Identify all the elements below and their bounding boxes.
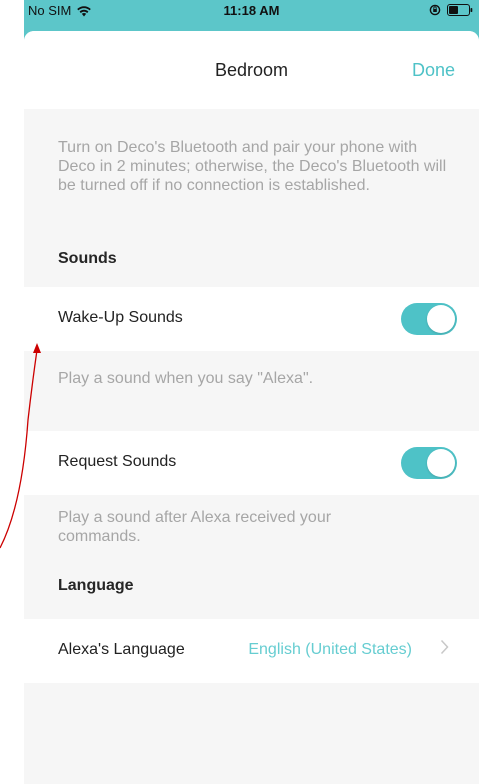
sounds-section-header: Sounds: [58, 250, 117, 267]
wake-up-sounds-row[interactable]: Wake-Up Sounds: [24, 287, 479, 351]
alexa-language-label: Alexa's Language: [58, 641, 185, 658]
orientation-lock-icon: [429, 4, 441, 16]
language-section-header: Language: [58, 577, 134, 594]
phone-screen: No SIM 11:18 AM Bedroom Done Turn on Dec…: [24, 0, 479, 784]
toggle-knob: [427, 305, 455, 333]
toggle-knob: [427, 449, 455, 477]
request-sounds-label: Request Sounds: [58, 453, 177, 470]
chevron-right-icon: [440, 639, 449, 660]
status-time: 11:18 AM: [223, 3, 280, 18]
alexa-language-value: English (United States): [248, 641, 412, 658]
bluetooth-description: Turn on Deco's Bluetooth and pair your p…: [58, 139, 447, 194]
status-bar: No SIM 11:18 AM: [24, 0, 479, 22]
request-sounds-row[interactable]: Request Sounds: [24, 431, 479, 495]
battery-icon: [447, 4, 473, 16]
request-sounds-description: Play a sound after Alexa received your c…: [58, 509, 332, 545]
done-button[interactable]: Done: [412, 60, 455, 81]
settings-sheet: Bedroom Done Turn on Deco's Bluetooth an…: [24, 31, 479, 784]
request-sounds-toggle[interactable]: [401, 447, 457, 479]
alexa-language-row[interactable]: Alexa's Language English (United States): [24, 619, 479, 683]
wake-up-sounds-description: Play a sound when you say "Alexa".: [58, 370, 314, 387]
page-title: Bedroom: [214, 60, 289, 80]
wake-up-sounds-toggle[interactable]: [401, 303, 457, 335]
navigation-bar: Bedroom Done: [24, 31, 479, 109]
wake-up-sounds-label: Wake-Up Sounds: [58, 309, 183, 326]
status-right: [429, 4, 473, 16]
